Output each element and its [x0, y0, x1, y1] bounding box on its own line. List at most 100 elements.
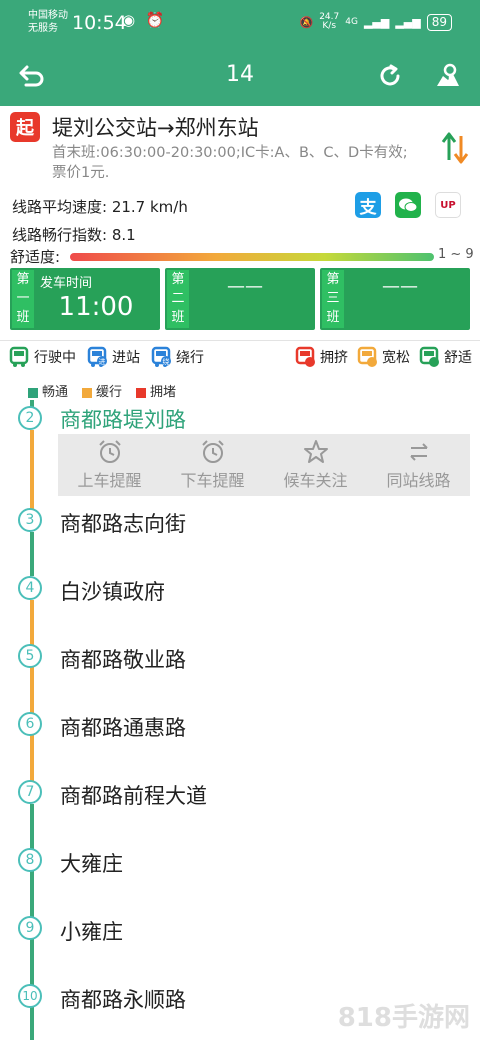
- traffic-legend-label: 畅通: [42, 385, 69, 400]
- stop-number: 4: [18, 576, 42, 600]
- crowd-legend-label: 拥挤: [320, 350, 348, 366]
- traffic-legend-label: 拥堵: [150, 385, 177, 400]
- shift-tag: 第三班: [322, 270, 344, 328]
- stop-name[interactable]: 商都路志向街: [60, 508, 186, 538]
- bus-legend-label: 进站: [112, 350, 140, 366]
- stop-number: 8: [18, 848, 42, 872]
- traffic-jam-swatch: [136, 387, 147, 398]
- stop-name[interactable]: 商都路通惠路: [60, 712, 186, 742]
- route-line-segment: [30, 430, 34, 510]
- stop-name[interactable]: 商都路前程大道: [60, 780, 207, 810]
- route-header: 起 堤刘公交站→郑州东站 首末班:06:30:00-20:30:00;IC卡:A…: [0, 106, 480, 190]
- bus-arriving-icon: 进: [87, 346, 107, 367]
- map-button[interactable]: [432, 60, 464, 92]
- star-icon: [303, 440, 328, 463]
- alight-reminder-button[interactable]: 下车提醒: [161, 434, 264, 496]
- alarm-icon: ⏰: [145, 11, 165, 29]
- bus-arriving-badge: 进: [99, 358, 106, 366]
- alarm-clock-icon: [98, 440, 121, 463]
- action-label: 同站线路: [386, 471, 451, 490]
- transfer-icon: [409, 443, 428, 461]
- departure-label: 发车时间: [40, 276, 93, 291]
- map-pin-icon: [437, 63, 459, 86]
- bus-detour-icon: 绕: [151, 346, 171, 367]
- refresh-button[interactable]: [374, 60, 406, 92]
- action-label: 下车提醒: [180, 471, 245, 490]
- comfort-range: 1 ~ 9: [438, 247, 474, 262]
- traffic-legend-label: 缓行: [96, 385, 123, 400]
- stop-name-active[interactable]: 商都路堤刘路: [60, 404, 186, 434]
- comfort-gradient-bar: [70, 253, 434, 261]
- battery-indicator: 89: [426, 13, 452, 31]
- traffic-slow-swatch: [82, 387, 93, 398]
- status-icons: ◉ ⏰: [118, 11, 165, 29]
- stop-number: 7: [18, 780, 42, 804]
- bus-comfortable-icon: [419, 346, 439, 367]
- route-number-title: 14: [226, 62, 254, 87]
- mute-icon: 🔕: [299, 15, 314, 29]
- net-speed: 24.7 K/s: [319, 13, 339, 31]
- departure-time: ——: [382, 276, 418, 297]
- app-bar: 14: [0, 44, 480, 106]
- route-line-segment: [30, 532, 34, 576]
- route-line-segment: [30, 600, 34, 790]
- action-label: 上车提醒: [77, 471, 142, 490]
- alarm-clock-icon: [201, 440, 224, 463]
- bus-loose-icon: [357, 346, 377, 367]
- route-name: 堤刘公交站→郑州东站: [52, 116, 259, 140]
- swap-direction-icon: [441, 132, 469, 164]
- carrier-status: 无服务: [28, 23, 58, 34]
- refresh-icon: [380, 64, 400, 86]
- stop-number: 9: [18, 916, 42, 940]
- unionpay-icon[interactable]: UP: [435, 192, 461, 218]
- stop-name[interactable]: 大雍庄: [60, 848, 123, 878]
- bus-legend-label: 绕行: [176, 350, 204, 366]
- traffic-slow: 缓行: [82, 381, 122, 400]
- route-info: 首末班:06:30:00-20:30:00;IC卡:A、B、C、D卡有效;票价1…: [52, 145, 408, 181]
- traffic-smooth-swatch: [28, 387, 38, 398]
- stop-name[interactable]: 商都路敬业路: [60, 644, 186, 674]
- alipay-icon[interactable]: 支: [355, 192, 381, 218]
- same-stop-lines-button[interactable]: 同站线路: [367, 434, 470, 496]
- status-right: 🔕 24.7 K/s 4G ▂▄▆ ▂▄▆ 89: [299, 13, 452, 31]
- stop-number: 5: [18, 644, 42, 668]
- shift-card-1[interactable]: 第一班 发车时间 11:00: [10, 268, 160, 330]
- stop-name[interactable]: 白沙镇政府: [60, 576, 165, 606]
- shift-tag: 第一班: [12, 270, 34, 328]
- follow-stop-button[interactable]: 候车关注: [264, 434, 367, 496]
- signal-icon: ▂▄▆: [363, 15, 390, 29]
- shift-tag: 第二班: [167, 270, 189, 328]
- wechat-icon[interactable]: [395, 192, 421, 218]
- bus-crowded-icon: [295, 346, 315, 367]
- shift-card-2[interactable]: 第二班 ——: [165, 268, 315, 330]
- reverse-direction-button[interactable]: [440, 130, 470, 170]
- stop-number: 10: [18, 984, 42, 1008]
- action-label: 候车关注: [283, 471, 348, 490]
- wechat-bubbles-icon: [399, 198, 418, 212]
- stop-action-panel: 上车提醒 下车提醒 候车关注 同站线路: [58, 434, 470, 496]
- crowd-legend: 拥挤 宽松 舒适: [294, 346, 472, 368]
- stop-name[interactable]: 商都路永顺路: [60, 984, 186, 1014]
- traffic-smooth: 畅通: [28, 381, 68, 400]
- avg-speed: 线路平均速度: 21.7 km/h: [12, 198, 188, 216]
- stop-number: 3: [18, 508, 42, 532]
- traffic-legend: 畅通 缓行 拥堵: [28, 381, 176, 400]
- bus-detour-badge: 绕: [163, 357, 170, 366]
- stop-number: 2: [18, 406, 42, 430]
- bus-running-icon: [9, 346, 29, 367]
- network-type: 4G: [345, 17, 358, 27]
- departure-time: 11:00: [58, 292, 134, 322]
- status-bar: 中国移动 无服务 10:54 ◉ ⏰ 🔕 24.7 K/s 4G ▂▄▆ ▂▄▆…: [0, 0, 480, 44]
- bus-status-legend: 行驶中 进 进站 绕 绕行: [8, 346, 204, 368]
- board-reminder-button[interactable]: 上车提醒: [58, 434, 161, 496]
- section-divider: [0, 340, 480, 341]
- stop-name[interactable]: 小雍庄: [60, 916, 123, 946]
- stop-number: 6: [18, 712, 42, 736]
- shift-card-3[interactable]: 第三班 ——: [320, 268, 470, 330]
- start-badge: 起: [10, 112, 40, 142]
- bus-legend-label: 行驶中: [34, 350, 76, 366]
- carrier-name: 中国移动: [28, 10, 68, 21]
- crowd-legend-label: 宽松: [382, 350, 410, 366]
- carrier-info: 中国移动 无服务: [28, 9, 68, 35]
- smooth-index: 线路畅行指数: 8.1: [12, 226, 136, 244]
